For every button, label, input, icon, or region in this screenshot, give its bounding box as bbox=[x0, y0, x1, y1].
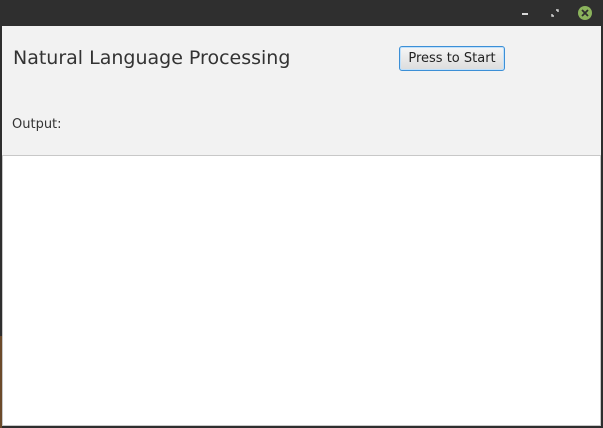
app-window: Natural Language Processing Press to Sta… bbox=[0, 0, 603, 428]
desktop-background bbox=[0, 336, 2, 428]
title-bar[interactable] bbox=[0, 0, 603, 26]
start-button[interactable]: Press to Start bbox=[399, 46, 505, 71]
output-textarea[interactable] bbox=[2, 155, 601, 426]
maximize-button[interactable] bbox=[547, 5, 563, 21]
close-button[interactable] bbox=[577, 5, 593, 21]
output-label: Output: bbox=[12, 117, 62, 132]
main-panel: Natural Language Processing Press to Sta… bbox=[2, 26, 601, 426]
minimize-button[interactable] bbox=[517, 5, 533, 21]
minimize-icon bbox=[522, 13, 528, 15]
close-icon bbox=[578, 6, 592, 20]
maximize-icon bbox=[551, 9, 559, 17]
page-title: Natural Language Processing bbox=[13, 47, 291, 69]
